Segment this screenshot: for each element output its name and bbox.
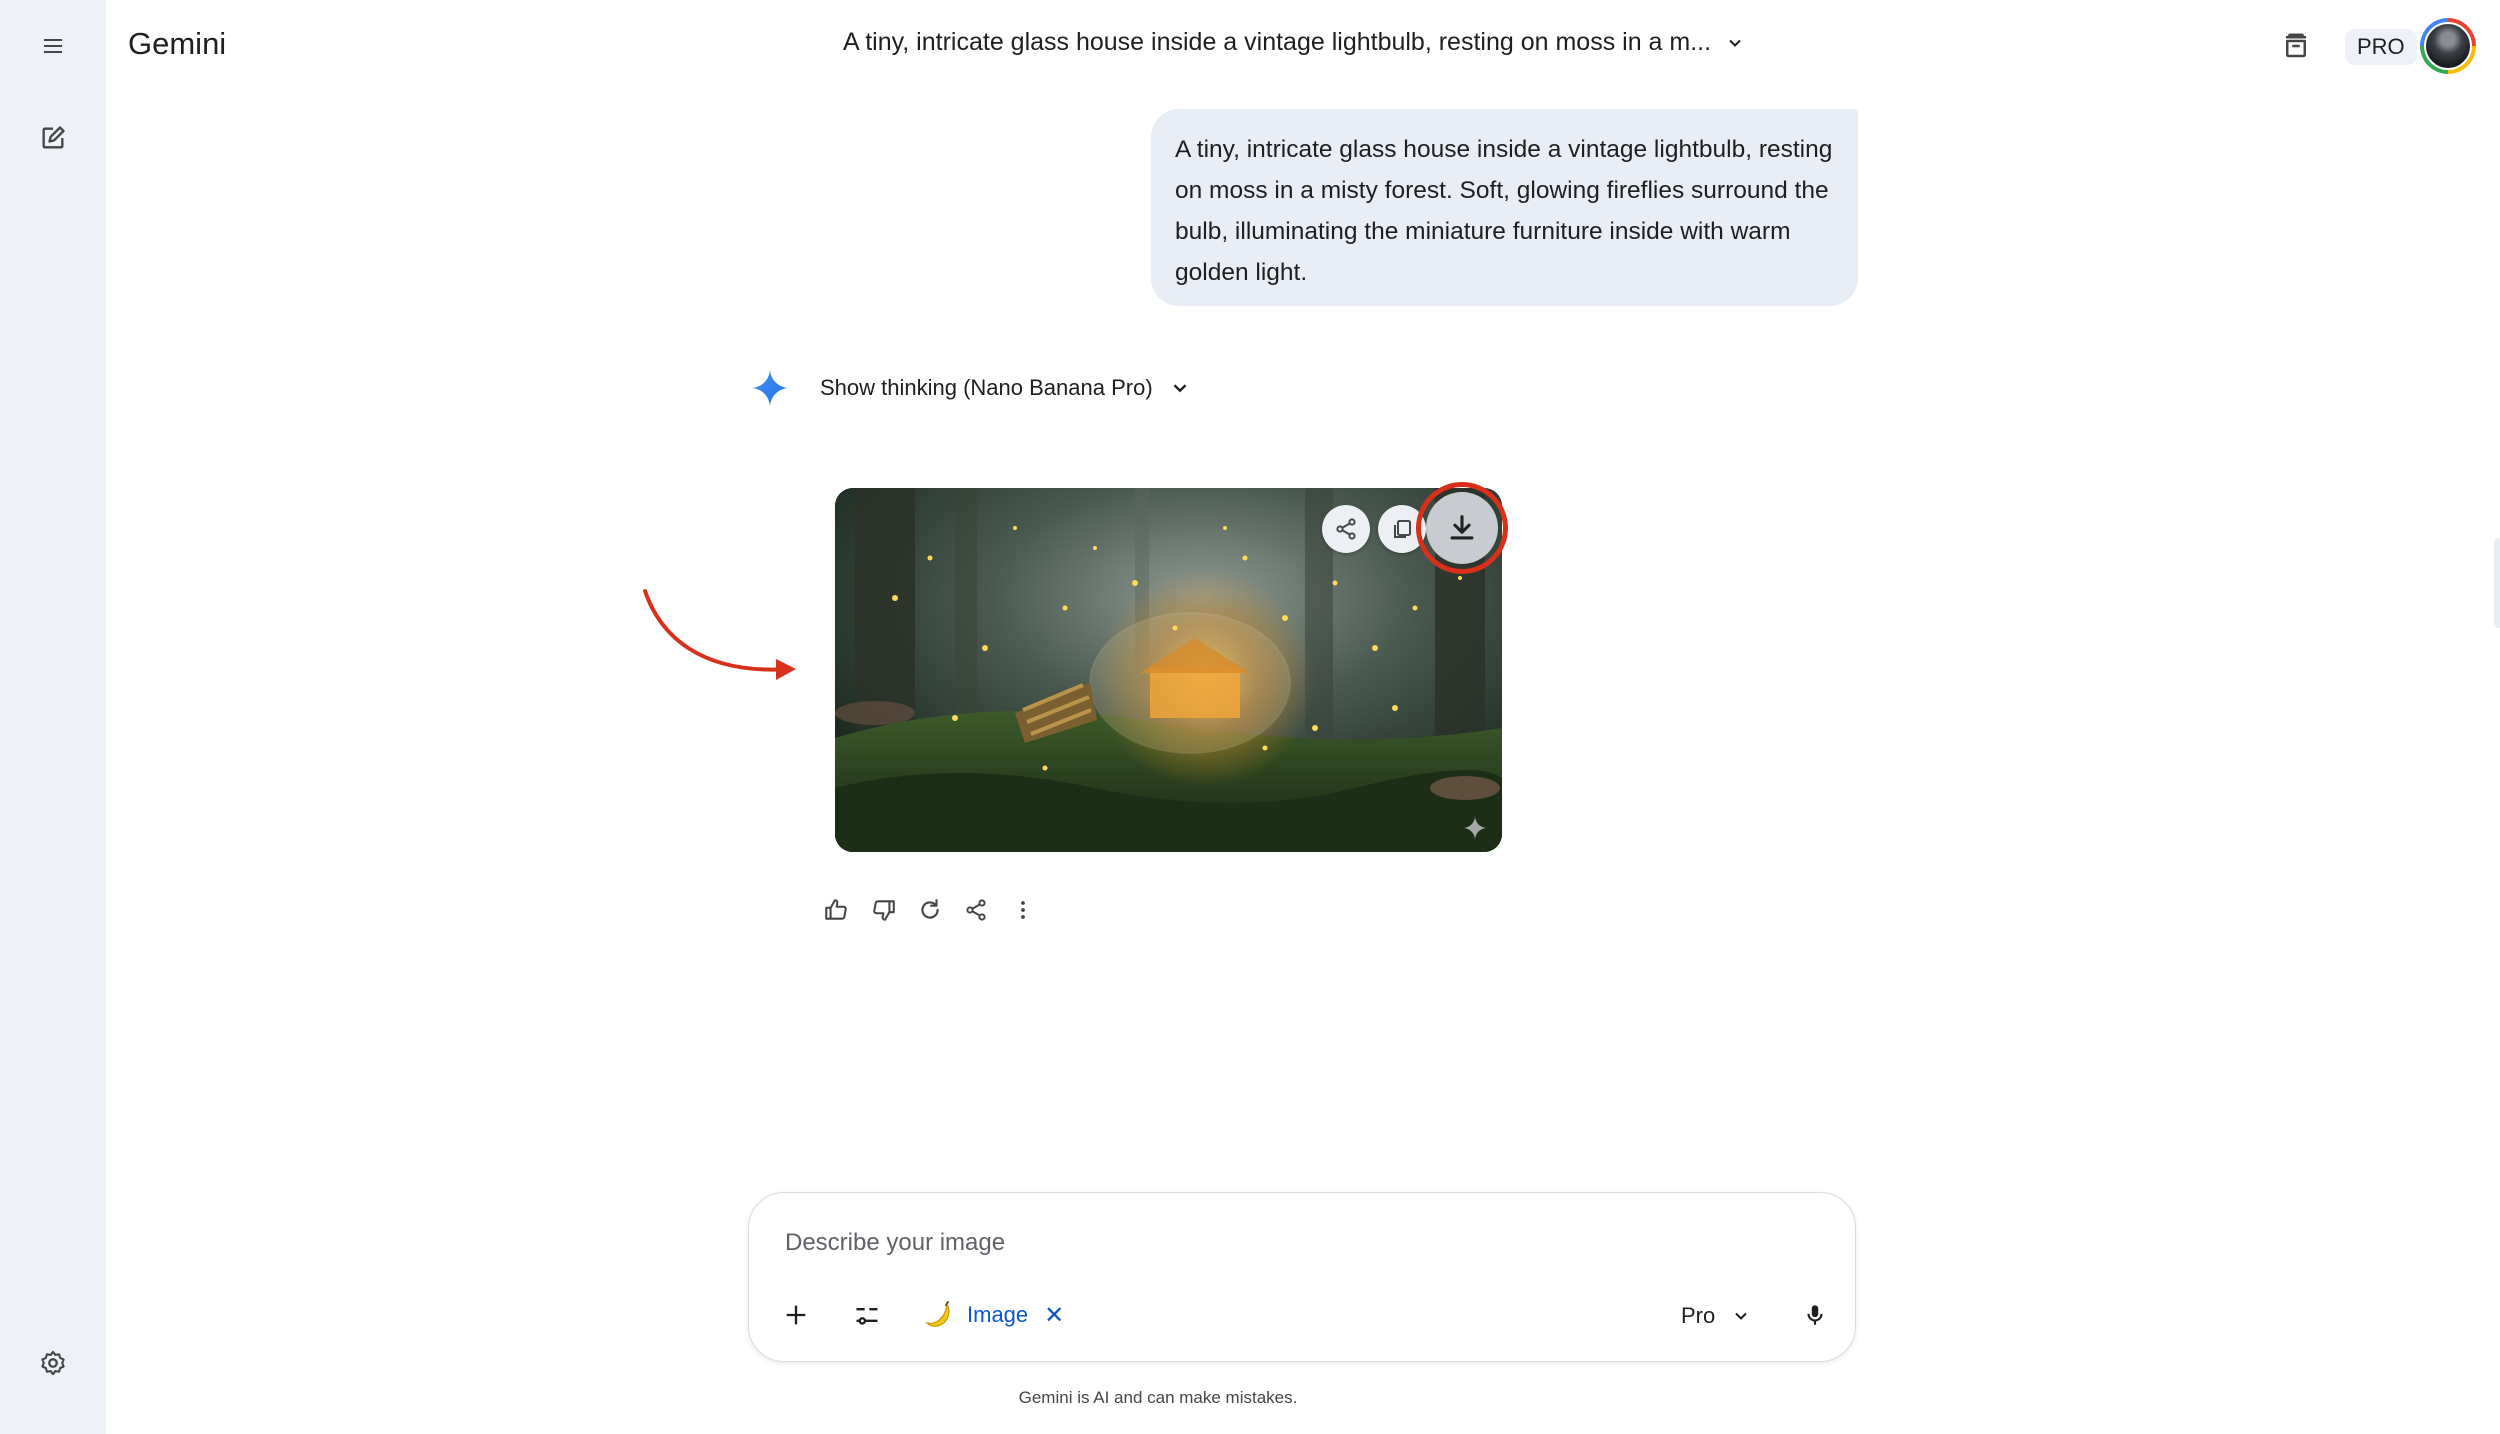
archive-icon bbox=[2286, 33, 2306, 58]
account-avatar[interactable] bbox=[2420, 18, 2476, 74]
image-tool-chip[interactable]: Image ✕ bbox=[921, 1299, 1064, 1331]
disclaimer-text: Gemini is AI and can make mistakes. bbox=[0, 1388, 2500, 1408]
app-title: Gemini bbox=[128, 26, 227, 61]
conversation-title-dropdown[interactable]: A tiny, intricate glass house inside a v… bbox=[843, 28, 1745, 57]
model-label: Pro bbox=[1681, 1303, 1716, 1328]
regenerate-button[interactable] bbox=[910, 890, 950, 930]
copy-icon bbox=[1394, 520, 1411, 538]
thumbs-down-icon bbox=[873, 900, 895, 921]
bad-response-button[interactable] bbox=[864, 890, 904, 930]
plus-icon bbox=[786, 1305, 806, 1325]
hamburger-menu-icon bbox=[44, 39, 62, 53]
share-icon bbox=[1336, 518, 1356, 540]
more-options-button[interactable] bbox=[1003, 890, 1043, 930]
edit-square-icon bbox=[42, 126, 65, 149]
microphone-button[interactable] bbox=[1791, 1291, 1839, 1339]
ai-watermark-sparkle-icon bbox=[1463, 816, 1487, 840]
chevron-down-icon bbox=[1173, 384, 1186, 393]
main-menu-button[interactable] bbox=[23, 16, 83, 76]
annotation-arrow bbox=[643, 589, 796, 680]
tune-icon bbox=[856, 1308, 878, 1325]
conversation-title: A tiny, intricate glass house inside a v… bbox=[843, 28, 1712, 56]
new-chat-button[interactable] bbox=[23, 108, 83, 168]
show-thinking-toggle[interactable]: Show thinking (Nano Banana Pro) bbox=[750, 368, 1191, 408]
settings-button[interactable] bbox=[23, 1333, 83, 1393]
chevron-down-icon bbox=[1729, 39, 1741, 47]
download-highlight-ring bbox=[1416, 482, 1508, 574]
prompt-input[interactable]: Describe your image bbox=[785, 1229, 1005, 1257]
good-response-button[interactable] bbox=[816, 890, 856, 930]
share-response-button[interactable] bbox=[956, 890, 996, 930]
disclaimer-label: Gemini is AI and can make mistakes. bbox=[1018, 1388, 1298, 1407]
thumbs-up-icon bbox=[825, 899, 847, 920]
remove-tool-close-icon[interactable]: ✕ bbox=[1044, 1301, 1064, 1330]
share-image-button[interactable] bbox=[1322, 505, 1370, 553]
user-prompt-bubble: A tiny, intricate glass house inside a v… bbox=[1151, 109, 1858, 306]
image-tool-label: Image bbox=[967, 1302, 1029, 1327]
tools-button[interactable] bbox=[843, 1291, 891, 1339]
share-icon bbox=[966, 899, 986, 921]
left-rail bbox=[0, 0, 106, 1434]
show-thinking-label: Show thinking (Nano Banana Pro) bbox=[820, 375, 1153, 400]
prompt-composer: Describe your image Image ✕ Pro bbox=[748, 1192, 1856, 1362]
chevron-down-icon bbox=[1735, 1312, 1747, 1320]
microphone-icon bbox=[1807, 1305, 1823, 1325]
refresh-icon bbox=[921, 899, 939, 919]
model-selector[interactable]: Pro bbox=[1681, 1303, 1751, 1329]
gear-icon bbox=[41, 1350, 65, 1376]
avatar-photo bbox=[2424, 22, 2472, 70]
temporary-chat-button[interactable] bbox=[2270, 20, 2322, 72]
plan-badge: PRO bbox=[2345, 29, 2417, 65]
more-vert-icon bbox=[1021, 901, 1025, 919]
user-prompt-text: A tiny, intricate glass house inside a v… bbox=[1175, 136, 1833, 286]
banana-icon bbox=[925, 1301, 950, 1327]
side-panel-edge bbox=[2494, 538, 2500, 628]
gemini-sparkle-icon bbox=[752, 370, 788, 406]
add-files-button[interactable] bbox=[772, 1291, 820, 1339]
